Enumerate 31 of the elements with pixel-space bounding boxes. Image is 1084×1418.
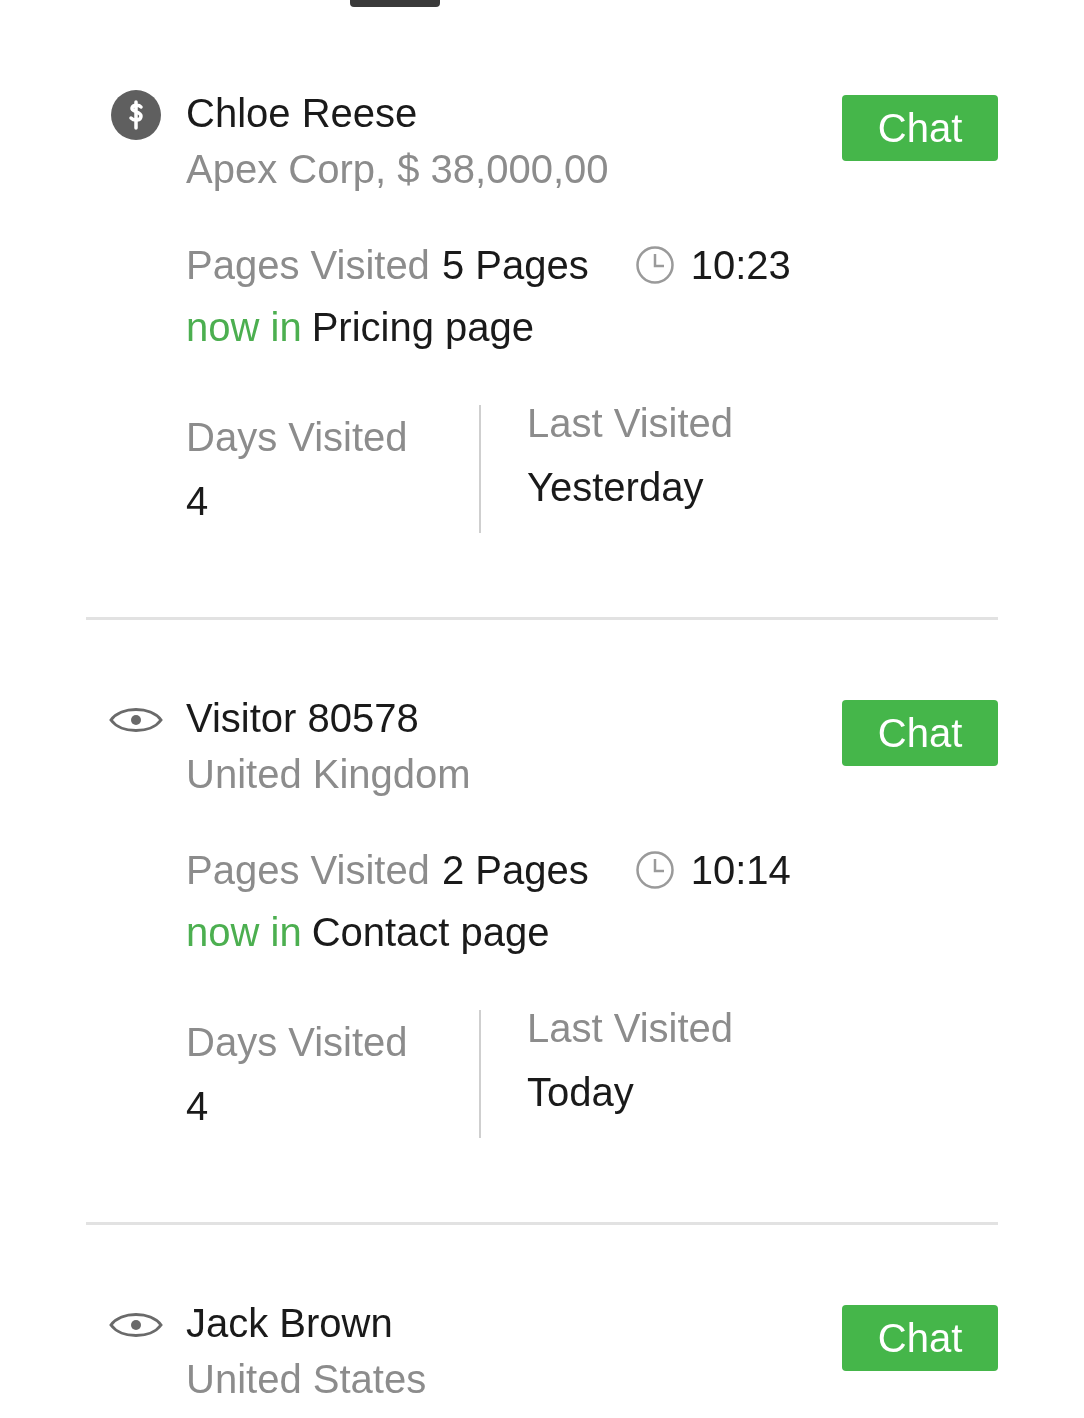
now-in-label: now in [186,909,302,956]
last-visited-label: Last Visited [527,1005,734,1052]
pages-visited-label: Pages Visited [186,847,430,894]
pages-visited-value: 2 Pages [441,847,589,894]
days-visited-label: Days Visited [186,414,408,461]
days-visited-value: 4 [186,1083,209,1130]
visitor-name: Visitor 80578 [186,695,419,742]
now-in-label: now in [186,304,302,351]
clock-icon [634,850,675,890]
last-visited-label: Last Visited [527,400,734,447]
last-visited-value: Today [527,1069,634,1116]
dollar-icon [110,89,162,141]
visitor-name: Jack Brown [186,1300,393,1347]
last-visited-value: Yesterday [527,464,704,511]
days-visited-label: Days Visited [186,1019,408,1066]
clock-icon [634,245,675,285]
visitor-name: Chloe Reese [186,90,418,137]
chat-button[interactable]: Chat [842,95,998,161]
current-page: Pricing page [311,304,534,351]
visitor-subtitle: United States [186,1356,427,1403]
chat-button[interactable]: Chat [842,700,998,766]
drag-handle[interactable] [350,0,440,7]
days-visited-value: 4 [186,478,209,525]
current-page: Contact page [311,909,550,956]
visitor-subtitle: United Kingdom [186,751,471,798]
chat-button[interactable]: Chat [842,1305,998,1371]
pages-visited-value: 5 Pages [441,242,589,289]
visit-time: 10:14 [690,847,791,894]
visitor-subtitle: Apex Corp, $ 38,000,00 [186,146,609,193]
visit-time: 10:23 [690,242,791,289]
pages-visited-label: Pages Visited [186,242,430,289]
